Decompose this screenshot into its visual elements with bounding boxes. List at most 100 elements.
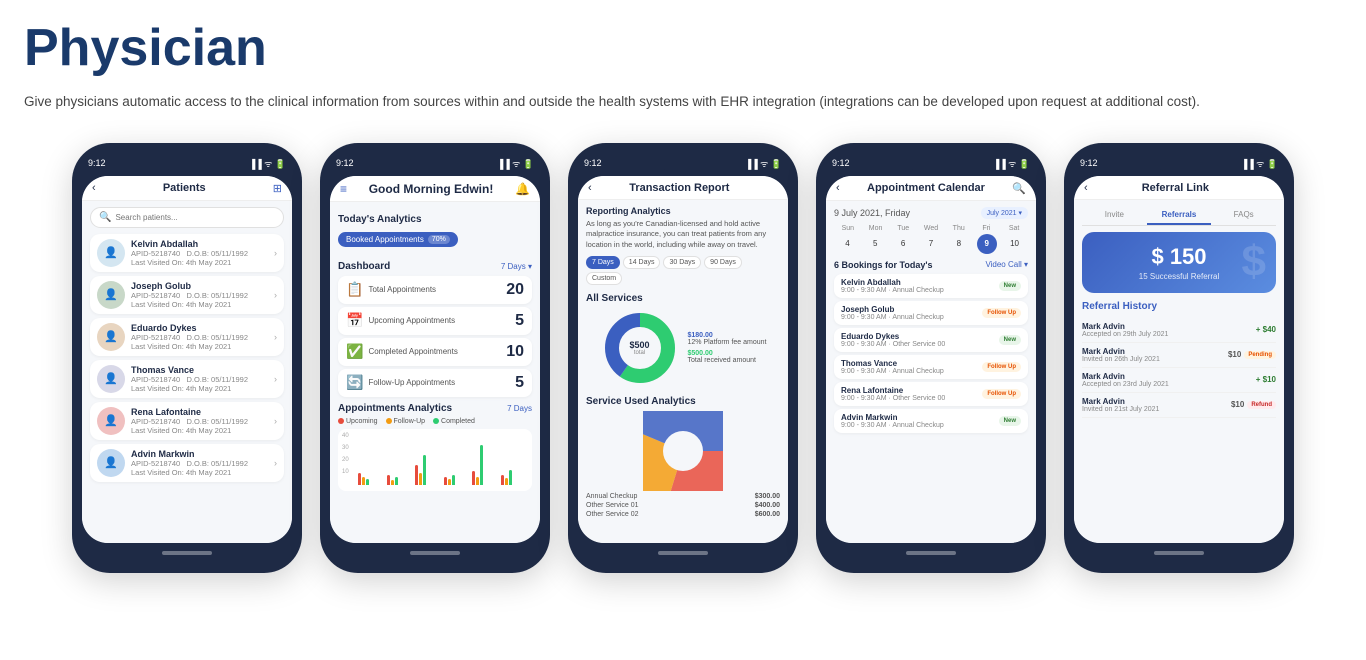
filter-7days[interactable]: 7 Days <box>586 256 620 269</box>
cal-day-8[interactable]: 8 <box>949 234 969 254</box>
home-bar <box>906 551 956 555</box>
patient-item[interactable]: 👤 Advin Markwin APID-5218740 D.O.B: 05/1… <box>90 444 284 482</box>
filter-30days[interactable]: 30 Days <box>663 256 701 269</box>
status-icons: ▐▐ ᯤ 🔋 <box>993 157 1030 170</box>
search-input[interactable] <box>115 213 275 222</box>
booking-item[interactable]: Thomas Vance 9:00 - 9:30 AM · Annual Che… <box>834 355 1028 379</box>
booking-info: Advin Markwin 9:00 - 9:30 AM · Annual Ch… <box>841 413 999 429</box>
tab-invite[interactable]: Invite <box>1082 206 1147 225</box>
phone-notch <box>1154 157 1204 171</box>
booking-item[interactable]: Kelvin Abdallah 9:00 - 9:30 AM · Annual … <box>834 274 1028 298</box>
referral-content: Invite Referrals FAQs $ $ 150 15 Success… <box>1074 200 1284 543</box>
booking-item[interactable]: Rena Lafontaine 9:00 - 9:30 AM · Other S… <box>834 382 1028 406</box>
booking-item[interactable]: Joseph Golub 9:00 - 9:30 AM · Annual Che… <box>834 301 1028 325</box>
booking-item[interactable]: Eduardo Dykes 9:00 - 9:30 AM · Other Ser… <box>834 328 1028 352</box>
followup-appointments-stat: 🔄Follow-Up Appointments 5 <box>338 369 532 397</box>
tab-referrals[interactable]: Referrals <box>1147 206 1212 225</box>
service-legend-item: Other Service 01 $400.00 <box>586 502 780 509</box>
tab-faqs[interactable]: FAQs <box>1211 206 1276 225</box>
phone-referral: 9:12 ▐▐ ᯤ 🔋 ‹ Referral Link Invite Refer… <box>1064 143 1294 573</box>
calendar-days: 4 5 6 7 8 9 10 <box>834 234 1028 254</box>
transaction-content: Reporting Analytics As long as you're Ca… <box>578 200 788 543</box>
patients-header: ‹ Patients ⊞ <box>82 176 292 201</box>
day-thu: Thu <box>945 225 973 232</box>
cal-day-5[interactable]: 5 <box>865 234 885 254</box>
phone-dashboard: 9:12 ▐▐ ᯤ 🔋 ≡ Good Morning Edwin! 🔔 Toda… <box>320 143 550 573</box>
cal-day-9-today[interactable]: 9 <box>977 234 997 254</box>
chevron-icon: › <box>274 290 277 300</box>
service-analytics-title: Service Used Analytics <box>586 396 780 407</box>
calendar-grid: Sun Mon Tue Wed Thu Fri Sat 4 5 6 7 8 <box>834 225 1028 254</box>
patient-info: Eduardo Dykes APID-5218740 D.O.B: 05/11/… <box>131 323 268 351</box>
service-3-value: $600.00 <box>755 511 780 518</box>
booking-info: Kelvin Abdallah 9:00 - 9:30 AM · Annual … <box>841 278 999 294</box>
patient-item[interactable]: 👤 Thomas Vance APID-5218740 D.O.B: 05/11… <box>90 360 284 398</box>
cal-day-10[interactable]: 10 <box>1005 234 1025 254</box>
back-icon[interactable]: ‹ <box>836 182 840 194</box>
patient-meta: APID-5218740 D.O.B: 05/11/1992 <box>131 375 268 384</box>
patient-avatar: 👤 <box>97 281 125 309</box>
analytics-section-header: Appointments Analytics 7 Days <box>338 403 532 414</box>
chevron-icon: › <box>274 458 277 468</box>
analytics-section: Today's Analytics Booked Appointments 70… <box>338 214 532 255</box>
patient-meta: APID-5218740 D.O.B: 05/11/1992 <box>131 417 268 426</box>
callout-platform: $180.00 12% Platform fee amount <box>688 332 767 346</box>
patient-item[interactable]: 👤 Rena Lafontaine APID-5218740 D.O.B: 05… <box>90 402 284 440</box>
upcoming-appointments-value: 5 <box>515 312 524 330</box>
filter-90days[interactable]: 90 Days <box>704 256 742 269</box>
cal-day-7[interactable]: 7 <box>921 234 941 254</box>
patient-info: Advin Markwin APID-5218740 D.O.B: 05/11/… <box>131 449 268 477</box>
ref-date: Accepted on 29th July 2021 <box>1082 331 1256 338</box>
booking-time: 9:00 - 9:30 AM · Annual Checkup <box>841 422 999 429</box>
patient-avatar: 👤 <box>97 239 125 267</box>
booked-label: Booked Appointments <box>346 235 424 244</box>
followup-badge: Follow Up <box>982 389 1021 399</box>
booking-time: 9:00 - 9:30 AM · Annual Checkup <box>841 314 982 321</box>
filter-14days[interactable]: 14 Days <box>623 256 661 269</box>
dashboard-screen: ≡ Good Morning Edwin! 🔔 Today's Analytic… <box>330 176 540 543</box>
calendar-icon: 📅 <box>346 312 363 329</box>
calendar-header: ‹ Appointment Calendar 🔍 <box>826 176 1036 201</box>
filter-icon[interactable]: ⊞ <box>273 182 282 195</box>
filter-custom[interactable]: Custom <box>586 272 622 285</box>
back-icon[interactable]: ‹ <box>92 182 96 194</box>
video-call-filter[interactable]: Video Call ▾ <box>985 260 1028 270</box>
legend-followup: Follow-Up <box>386 418 426 425</box>
refund-badge: Refund <box>1247 401 1276 409</box>
booking-name: Kelvin Abdallah <box>841 278 999 287</box>
notification-icon[interactable]: 🔔 <box>515 182 530 196</box>
search-icon[interactable]: 🔍 <box>1012 182 1026 195</box>
menu-icon[interactable]: ≡ <box>340 182 347 196</box>
booking-info: Rena Lafontaine 9:00 - 9:30 AM · Other S… <box>841 386 982 402</box>
patient-item[interactable]: 👤 Kelvin Abdallah APID-5218740 D.O.B: 05… <box>90 234 284 272</box>
completed-appointments-stat: ✅Completed Appointments 10 <box>338 338 532 366</box>
booking-item[interactable]: Advin Markwin 9:00 - 9:30 AM · Annual Ch… <box>834 409 1028 433</box>
patient-info: Kelvin Abdallah APID-5218740 D.O.B: 05/1… <box>131 239 268 267</box>
cal-day-4[interactable]: 4 <box>837 234 857 254</box>
service-1-value: $300.00 <box>755 493 780 500</box>
day-tue: Tue <box>889 225 917 232</box>
booking-name: Rena Lafontaine <box>841 386 982 395</box>
referral-title: Referral Link <box>1142 182 1209 194</box>
search-bar[interactable]: 🔍 <box>90 207 284 228</box>
month-selector[interactable]: July 2021 ▾ <box>981 207 1028 219</box>
period-select[interactable]: 7 Days ▾ <box>501 262 532 271</box>
status-time: 9:12 <box>832 158 850 168</box>
day-mon: Mon <box>862 225 890 232</box>
back-icon[interactable]: ‹ <box>588 182 592 194</box>
analytics-period[interactable]: 7 Days <box>507 404 532 413</box>
booking-time: 9:00 - 9:30 AM · Annual Checkup <box>841 287 999 294</box>
booked-appointments-tab[interactable]: Booked Appointments 70% <box>338 232 458 247</box>
patient-item[interactable]: 👤 Eduardo Dykes APID-5218740 D.O.B: 05/1… <box>90 318 284 356</box>
back-icon[interactable]: ‹ <box>1084 182 1088 194</box>
cal-day-6[interactable]: 6 <box>893 234 913 254</box>
booking-info: Eduardo Dykes 9:00 - 9:30 AM · Other Ser… <box>841 332 999 348</box>
ref-amount: $10 <box>1228 350 1241 359</box>
booking-time: 9:00 - 9:30 AM · Annual Checkup <box>841 368 982 375</box>
home-bar <box>1154 551 1204 555</box>
phone-notch <box>906 157 956 171</box>
patient-item[interactable]: 👤 Joseph Golub APID-5218740 D.O.B: 05/11… <box>90 276 284 314</box>
search-icon: 🔍 <box>99 212 111 223</box>
transaction-screen: ‹ Transaction Report Reporting Analytics… <box>578 176 788 543</box>
service-pie-chart <box>586 411 780 491</box>
